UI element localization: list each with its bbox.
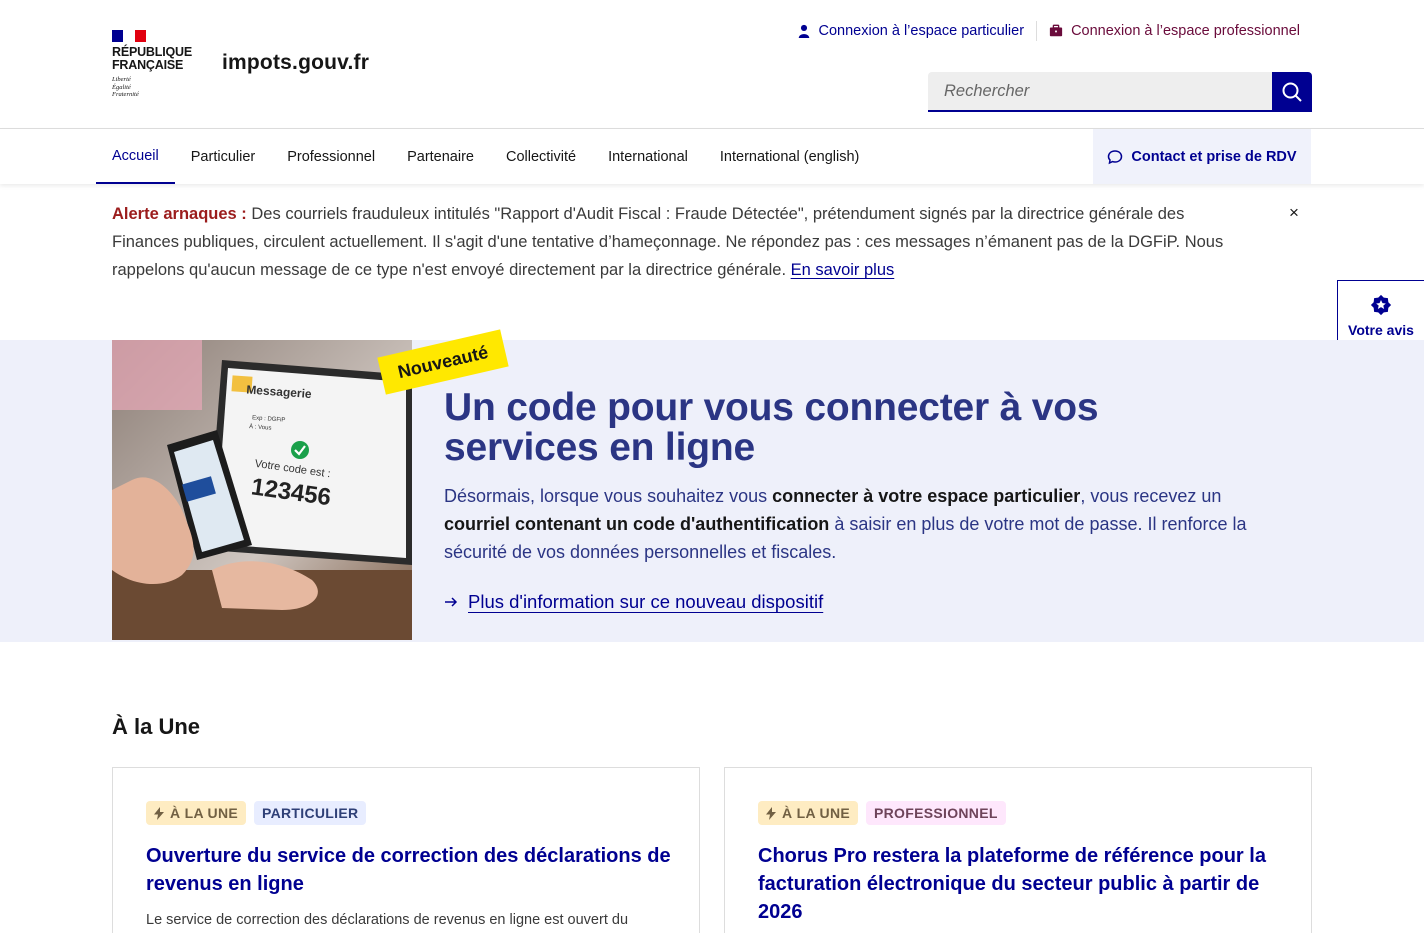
lightning-icon [154, 806, 164, 820]
hero-more-info-label: Plus d'information sur ce nouveau dispos… [468, 591, 824, 612]
nav-item-professionnel[interactable]: Professionnel [271, 129, 391, 184]
chat-icon [1108, 149, 1123, 164]
search-icon [1282, 82, 1302, 102]
nav-item-particulier[interactable]: Particulier [175, 129, 271, 184]
tag-a-la-une: À LA UNE [146, 801, 246, 825]
hero-image: Messagerie Exp : DGFiP À : Vous Votre co… [112, 340, 412, 640]
news-card[interactable]: À LA UNE PROFESSIONNEL Chorus Pro rester… [724, 767, 1312, 933]
card-title[interactable]: Chorus Pro restera la plateforme de réfé… [758, 842, 1288, 926]
search-button[interactable] [1272, 72, 1312, 112]
lightning-icon [766, 806, 776, 820]
marianne-logo[interactable]: RÉPUBLIQUE FRANÇAISE Liberté Égalité Fra… [112, 30, 202, 99]
card-description: Le service de correction des déclaration… [146, 912, 629, 928]
contact-rdv-button[interactable]: Contact et prise de RDV [1093, 129, 1311, 184]
hero-description: Désormais, lorsque vous souhaitez vous c… [444, 486, 1247, 562]
tag-a-la-une: À LA UNE [758, 801, 858, 825]
nav-items: Accueil Particulier Professionnel Parten… [96, 129, 875, 184]
alert-title: Alerte arnaques : [112, 205, 247, 223]
alert-body: Des courriels frauduleux intitulés "Rapp… [112, 205, 1224, 279]
republique-francaise-label: RÉPUBLIQUE FRANÇAISE [112, 45, 192, 72]
flag-icon [112, 30, 146, 42]
star-badge-icon [1370, 294, 1392, 315]
alert-more-link[interactable]: En savoir plus [791, 261, 895, 279]
nav-item-collectivite[interactable]: Collectivité [490, 129, 592, 184]
news-card[interactable]: À LA UNE PARTICULIER Ouverture du servic… [112, 767, 700, 933]
hero-title: Un code pour vous connecter à vos servic… [444, 386, 1099, 469]
top-links: Connexion à l’espace particulier Connexi… [785, 21, 1300, 41]
card-tags: À LA UNE PROFESSIONNEL [758, 801, 1006, 825]
login-professionnel-label: Connexion à l’espace professionnel [1071, 23, 1300, 39]
search-input[interactable] [928, 72, 1272, 112]
main-navigation: Accueil Particulier Professionnel Parten… [0, 129, 1424, 184]
arrow-right-icon [445, 597, 458, 607]
site-header: RÉPUBLIQUE FRANÇAISE Liberté Égalité Fra… [0, 0, 1424, 129]
search-bar [928, 72, 1312, 112]
card-title[interactable]: Ouverture du service de correction des d… [146, 842, 676, 898]
nav-item-international-english[interactable]: International (english) [704, 129, 875, 184]
login-professionnel-link[interactable]: Connexion à l’espace professionnel [1036, 21, 1300, 41]
user-icon [798, 24, 809, 38]
card-tags: À LA UNE PARTICULIER [146, 801, 367, 825]
scam-alert: Alerte arnaques : Des courriels fraudule… [112, 200, 1252, 284]
nav-item-accueil[interactable]: Accueil [96, 129, 175, 184]
nav-item-international[interactable]: International [592, 129, 704, 184]
login-particulier-label: Connexion à l’espace particulier [818, 23, 1025, 39]
contact-rdv-label: Contact et prise de RDV [1131, 148, 1297, 165]
tag-particulier: PARTICULIER [254, 801, 367, 825]
close-icon[interactable]: × [1289, 203, 1299, 223]
site-name[interactable]: impots.gouv.fr [222, 51, 369, 75]
tag-professionnel: PROFESSIONNEL [866, 801, 1006, 825]
hero-more-info-link[interactable]: Plus d'information sur ce nouveau dispos… [444, 591, 823, 613]
nav-item-partenaire[interactable]: Partenaire [391, 129, 490, 184]
briefcase-icon [1049, 24, 1063, 37]
motto: Liberté Égalité Fraternité [112, 76, 139, 98]
section-title-une: À la Une [112, 714, 201, 739]
login-particulier-link[interactable]: Connexion à l’espace particulier [785, 21, 1037, 41]
